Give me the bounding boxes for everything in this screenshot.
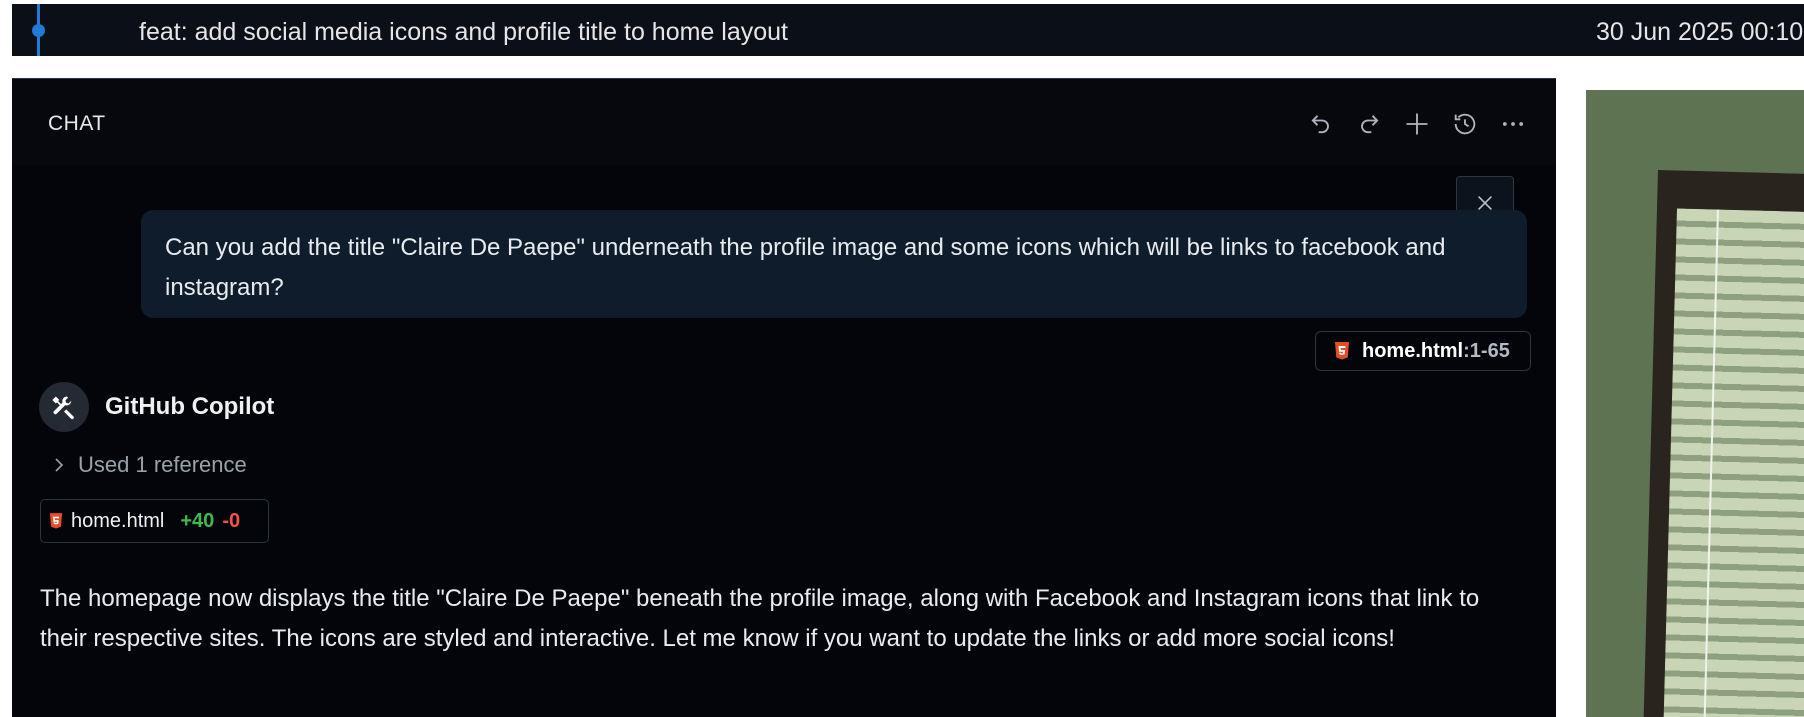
desktop-wallpaper [1586,90,1804,717]
html5-icon [1335,342,1349,360]
commit-date: 30 Jun 2025 00:10 [1596,18,1804,46]
copilot-avatar [39,382,89,432]
undo-button[interactable] [1304,107,1338,141]
lines-removed: -0 [222,509,241,532]
plus-icon [1406,113,1428,135]
html5-icon [49,513,63,529]
reference-file-label: home.html [1362,339,1464,362]
assistant-response: The homepage now displays the title "Cla… [40,585,1480,652]
copilot-tools-icon [52,396,74,420]
git-commit-row[interactable]: feat: add social media icons and profile… [12,4,1804,56]
undo-icon [1311,115,1329,134]
commit-dot-icon [32,24,45,37]
window-frame-image [1643,170,1804,717]
redo-button[interactable] [1352,107,1386,141]
chevron-right-icon [55,458,64,472]
new-chat-button[interactable] [1400,107,1434,141]
chat-panel: CHAT Can you add the title "Claire De Pa… [12,78,1556,717]
chat-header: CHAT [12,79,1556,165]
lines-added: +40 [180,509,215,532]
attached-file-reference[interactable]: home.html:1-65 [1315,331,1531,371]
user-message: Can you add the title "Claire De Paepe" … [141,210,1527,318]
assistant-name: GitHub Copilot [105,393,275,420]
more-actions-button[interactable] [1496,107,1530,141]
used-references-toggle[interactable]: Used 1 reference [52,452,247,478]
chat-title: CHAT [48,112,106,135]
used-references-label: Used 1 reference [78,452,247,477]
reference-line-range: :1-65 [1463,339,1510,362]
commit-message: feat: add social media icons and profile… [139,18,788,46]
history-button[interactable] [1448,107,1482,141]
history-icon [1454,113,1476,135]
chat-toolbar [1304,107,1530,141]
ellipsis-icon [1502,122,1524,126]
reference-file-name: home.html:1-65 [1362,340,1510,363]
redo-icon [1361,115,1379,134]
window-blinds-image [1663,208,1804,717]
edited-file-chip[interactable]: home.html +40 -0 [40,499,269,543]
edited-file-name: home.html [71,509,165,532]
